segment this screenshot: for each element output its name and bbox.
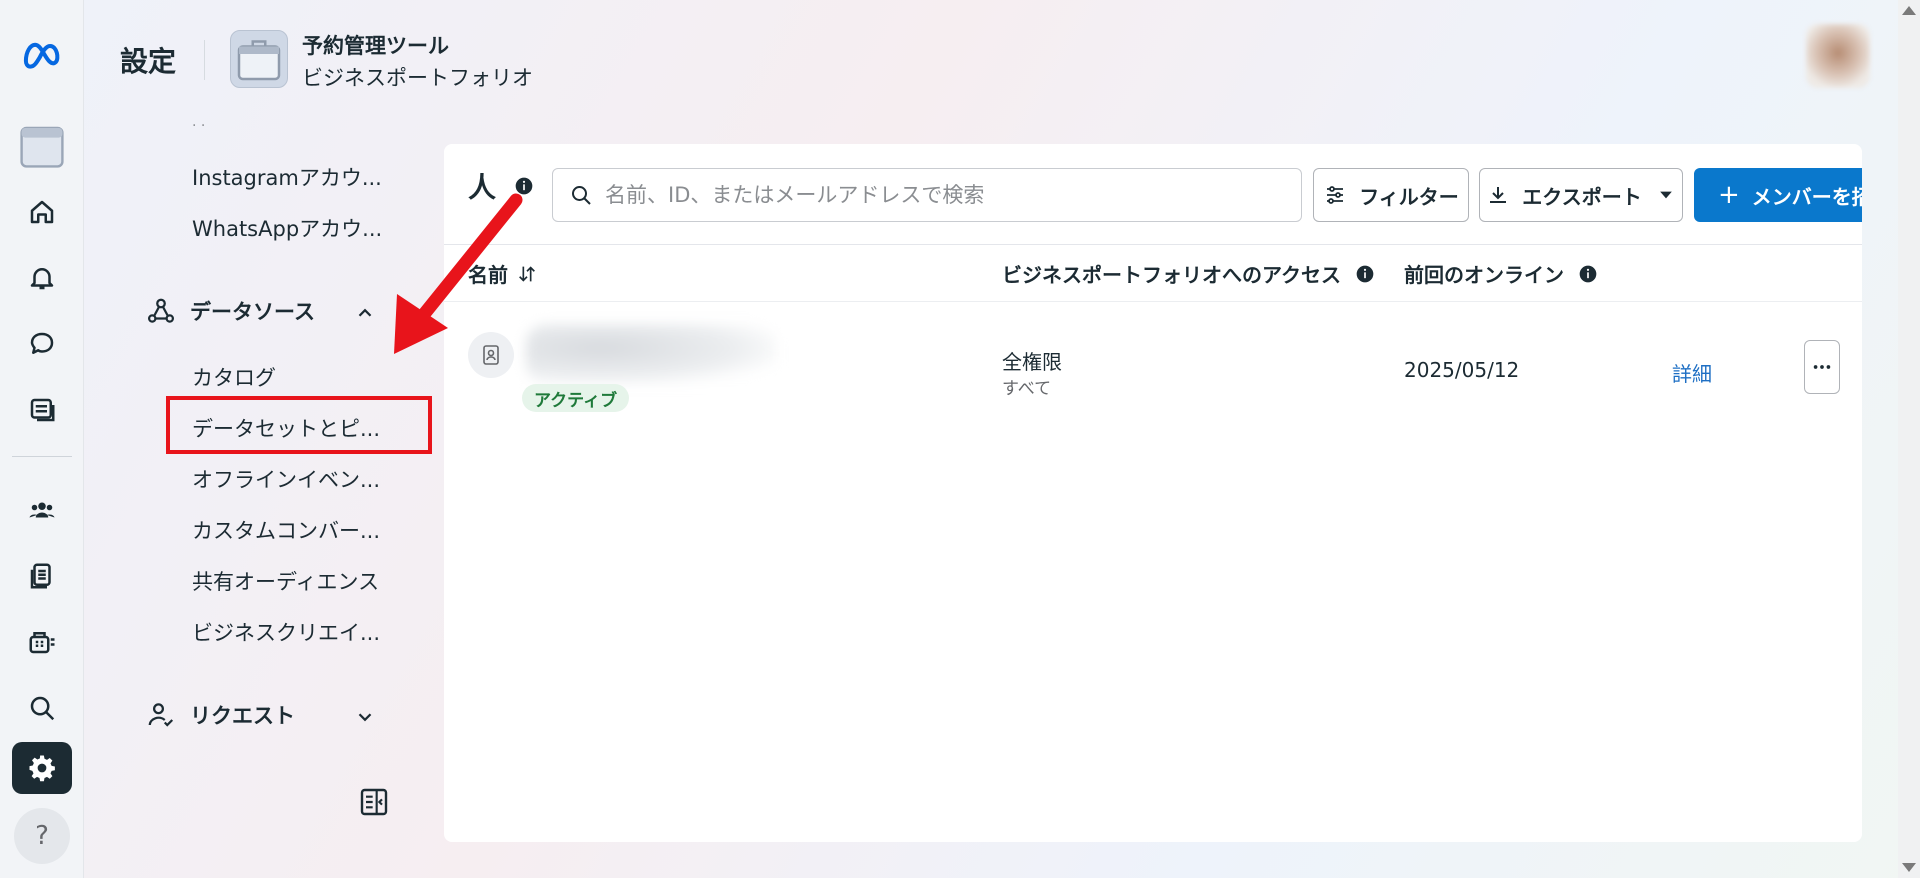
billing-icon[interactable] xyxy=(12,616,72,668)
filter-button[interactable]: フィルター xyxy=(1313,168,1469,222)
caret-down-icon xyxy=(1659,191,1672,199)
search-input[interactable] xyxy=(605,183,1265,207)
panel-title: 人 xyxy=(468,171,497,204)
sliders-icon xyxy=(1327,186,1344,204)
pages-icon[interactable] xyxy=(12,384,72,436)
requests-icon xyxy=(148,703,174,727)
chevron-down-icon[interactable] xyxy=(354,706,376,728)
rail-divider xyxy=(12,456,72,457)
search-icon xyxy=(572,186,591,205)
sidebar-item-custom-conversions[interactable]: カスタムコンバー... xyxy=(192,515,380,545)
sort-icon xyxy=(519,265,535,282)
id-card-icon xyxy=(483,345,499,365)
info-icon[interactable] xyxy=(1578,264,1598,284)
last-online-date: 2025/05/12 xyxy=(1404,358,1520,382)
sidebar-section-label: データソース xyxy=(190,300,315,324)
download-icon xyxy=(1490,187,1507,203)
home-icon[interactable] xyxy=(12,186,72,238)
page-title: 設定 xyxy=(120,45,177,78)
column-access: ビジネスポートフォリオへのアクセス xyxy=(1002,259,1375,288)
collapse-sidebar-icon[interactable] xyxy=(358,786,390,818)
portfolio-type: ビジネスポートフォリオ xyxy=(302,66,533,90)
search-box[interactable] xyxy=(552,168,1302,222)
table-header: 名前 ビジネスポートフォリオへのアクセス 前回のオンライン xyxy=(444,244,1862,302)
portfolio-icon[interactable] xyxy=(12,120,72,172)
sidebar-item-offline-events[interactable]: オフラインイベン... xyxy=(192,464,380,494)
highlight-box xyxy=(166,396,432,454)
header-divider xyxy=(204,40,205,80)
data-sources-icon xyxy=(148,298,174,323)
member-avatar xyxy=(468,332,514,378)
detail-link[interactable]: 詳細 xyxy=(1672,358,1712,387)
chevron-up-icon[interactable] xyxy=(354,302,376,324)
sidebar-item-shared-audiences[interactable]: 共有オーディエンス xyxy=(192,566,379,596)
export-button[interactable]: エクスポート xyxy=(1479,168,1683,222)
sidebar-section-label: リクエスト xyxy=(190,704,295,728)
people-panel: 人 フィルター エクスポート + メンバーを招待 名前 ビジネスポートフォリオへ… xyxy=(444,144,1862,842)
briefcase-icon[interactable] xyxy=(230,30,288,88)
plus-icon: + xyxy=(1718,180,1740,210)
gear-icon[interactable] xyxy=(12,742,72,794)
scroll-down-icon[interactable] xyxy=(1902,863,1916,872)
people-icon[interactable] xyxy=(12,484,72,536)
avatar[interactable] xyxy=(1806,24,1870,88)
access-detail: すべて xyxy=(1002,379,1052,399)
chat-icon[interactable] xyxy=(12,318,72,370)
invite-label: メンバーを招待 xyxy=(1751,184,1862,209)
access-level: 全権限 xyxy=(1002,350,1062,374)
info-icon[interactable] xyxy=(1355,264,1375,284)
help-icon[interactable]: ? xyxy=(14,808,70,864)
more-options-button[interactable] xyxy=(1804,340,1840,394)
column-name[interactable]: 名前 xyxy=(468,259,538,288)
export-label: エクスポート xyxy=(1522,184,1642,209)
sidebar-item-business-creatives[interactable]: ビジネスクリエイ... xyxy=(192,617,380,647)
filter-label: フィルター xyxy=(1359,184,1459,209)
sidebar-item-instagram[interactable]: Instagramアカウ... xyxy=(192,162,382,192)
portfolio-name[interactable]: 予約管理ツール xyxy=(302,30,449,60)
invite-member-button[interactable]: + メンバーを招待 xyxy=(1694,168,1862,222)
meta-logo-icon[interactable] xyxy=(12,28,72,80)
member-name-redacted[interactable] xyxy=(526,324,776,384)
info-icon[interactable] xyxy=(514,176,534,196)
truncated-item: · · xyxy=(192,118,206,134)
column-last-online: 前回のオンライン xyxy=(1404,259,1598,288)
status-badge: アクティブ xyxy=(522,384,630,412)
scroll-up-icon[interactable] xyxy=(1902,6,1916,15)
sidebar-item-catalog[interactable]: カタログ xyxy=(192,362,276,392)
app-rail: ? xyxy=(0,0,84,878)
documents-icon[interactable] xyxy=(12,550,72,602)
sidebar-section-requests[interactable]: リクエスト xyxy=(146,700,295,730)
search-icon[interactable] xyxy=(12,682,72,734)
sidebar-item-whatsapp[interactable]: WhatsAppアカウ... xyxy=(192,213,382,243)
bell-icon[interactable] xyxy=(12,252,72,304)
more-icon xyxy=(1813,365,1831,369)
sidebar-section-data-sources[interactable]: データソース xyxy=(146,296,315,326)
page-scrollbar[interactable] xyxy=(1898,0,1920,878)
